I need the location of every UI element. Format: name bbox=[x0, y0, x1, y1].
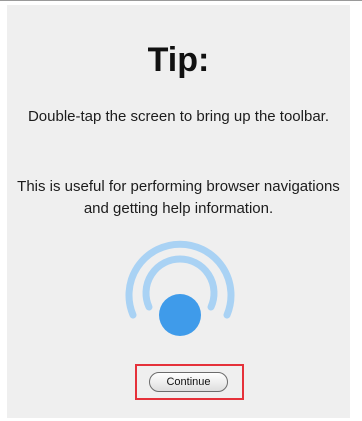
tip-explanation: This is useful for performing browser na… bbox=[17, 178, 340, 217]
double-tap-gesture-icon bbox=[125, 240, 235, 336]
tip-instruction: Double-tap the screen to bring up the to… bbox=[27, 108, 330, 125]
continue-button[interactable]: Continue bbox=[149, 372, 228, 392]
top-divider bbox=[0, 0, 362, 1]
tip-title: Tip: bbox=[147, 41, 210, 79]
tap-dot bbox=[159, 294, 201, 336]
tip-panel: Tip: Double-tap the screen to bring up t… bbox=[7, 5, 350, 418]
